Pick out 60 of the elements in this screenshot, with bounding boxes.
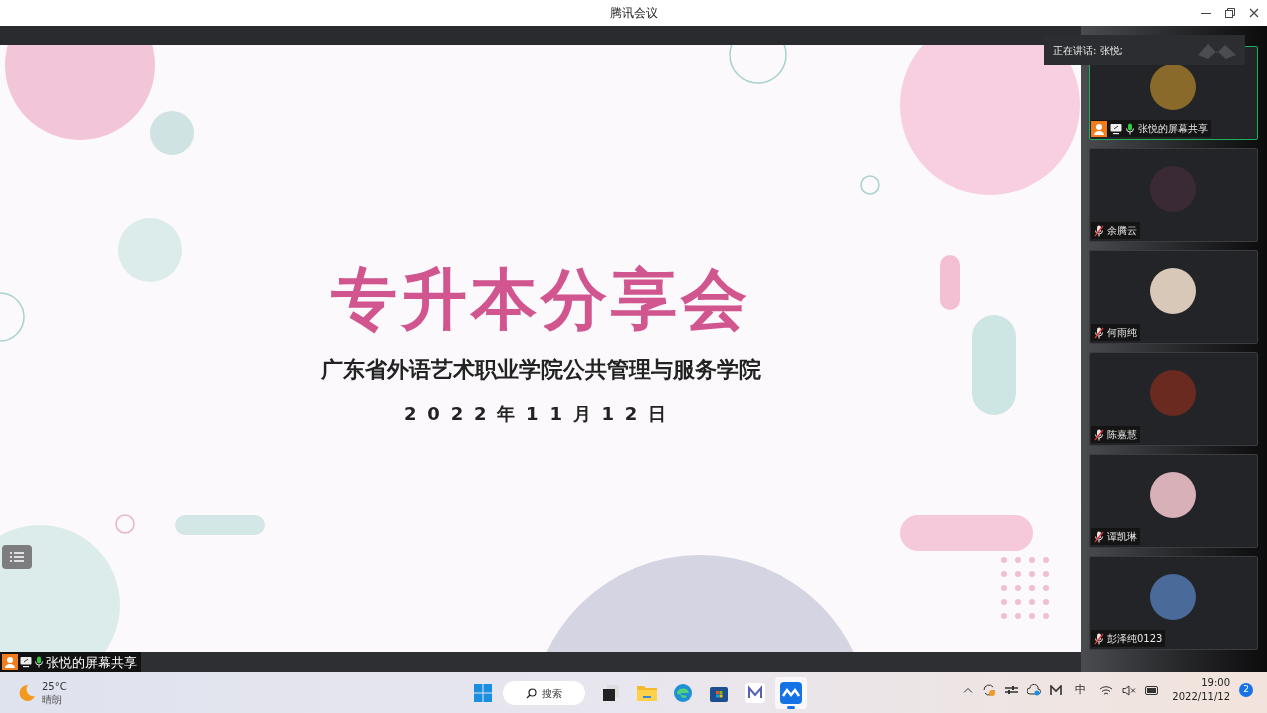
list-icon xyxy=(10,552,24,562)
participant-tile[interactable]: 陈嘉慧 xyxy=(1089,352,1258,446)
battery-icon xyxy=(1145,685,1160,695)
avatar-placeholder xyxy=(1150,166,1196,212)
muted-mic-icon xyxy=(1094,224,1104,237)
app-logo-icon xyxy=(745,683,765,703)
muted-mic-icon xyxy=(1094,632,1104,645)
weather-condition: 晴朗 xyxy=(42,693,63,706)
muted-speaker-icon xyxy=(1122,684,1137,696)
slide-date: 2022年11月12日 xyxy=(404,405,677,423)
wifi-icon xyxy=(1099,684,1114,696)
cloud-icon xyxy=(1027,684,1042,696)
notification-count[interactable]: 2 xyxy=(1239,683,1253,697)
window-title: 腾讯会议 xyxy=(609,5,658,22)
browser-icon xyxy=(673,683,693,703)
input-method-indicator[interactable]: 中 xyxy=(1075,681,1087,699)
participant-name: 陈嘉慧 xyxy=(1107,429,1137,440)
chevron-up-icon xyxy=(963,687,974,693)
participant-name: 谭凯琳 xyxy=(1107,531,1137,542)
sliders-icon xyxy=(1005,685,1019,695)
meeting-app-icon xyxy=(780,682,802,704)
sync-icon xyxy=(982,683,997,697)
slide-subtitle: 广东省外语艺术职业学院公共管理与服务学院 xyxy=(320,359,761,381)
app-logo-icon xyxy=(1050,685,1063,695)
search-icon xyxy=(526,687,537,699)
avatar-placeholder xyxy=(1150,268,1196,314)
share-label: 张悦的屏幕共享 xyxy=(46,655,137,669)
avatar-placeholder xyxy=(1150,370,1196,416)
meeting-logo-icon xyxy=(1198,41,1236,59)
participant-tile[interactable]: 余腾云 xyxy=(1089,148,1258,242)
search-placeholder: 搜索 xyxy=(542,686,562,701)
person-icon xyxy=(2,654,18,670)
clock-time: 19:00 xyxy=(1201,676,1230,690)
close-button[interactable] xyxy=(1247,6,1261,20)
participant-name: 何雨纯 xyxy=(1107,327,1137,338)
list-menu-button[interactable] xyxy=(2,545,32,569)
participant-name: 余腾云 xyxy=(1107,225,1137,236)
muted-mic-icon xyxy=(1094,428,1104,441)
participant-name: 张悦的屏幕共享 xyxy=(1138,123,1208,134)
restore-button[interactable] xyxy=(1223,6,1237,20)
avatar-placeholder xyxy=(1150,472,1196,518)
search-field[interactable]: 搜索 xyxy=(503,681,585,705)
participant-tile[interactable]: 谭凯琳 xyxy=(1089,454,1258,548)
mic-icon xyxy=(1125,122,1135,135)
screen-share-icon xyxy=(1110,122,1122,135)
muted-mic-icon xyxy=(1094,326,1104,339)
participant-tile[interactable]: 何雨纯 xyxy=(1089,250,1258,344)
person-icon xyxy=(1091,120,1107,137)
participant-tile[interactable]: 彭泽纯0123 xyxy=(1089,556,1258,650)
avatar-placeholder xyxy=(1150,574,1196,620)
screen-share-icon xyxy=(20,656,32,668)
weather-temperature: 25°C xyxy=(42,680,67,693)
task-view-icon xyxy=(602,684,620,702)
clock-date: 2022/11/12 xyxy=(1172,690,1230,704)
muted-mic-icon xyxy=(1094,530,1104,543)
mic-icon xyxy=(34,656,44,668)
folder-icon xyxy=(636,684,658,702)
avatar-placeholder xyxy=(1150,64,1196,110)
windows-logo-icon xyxy=(474,684,492,702)
participant-name: 彭泽纯0123 xyxy=(1107,633,1163,644)
